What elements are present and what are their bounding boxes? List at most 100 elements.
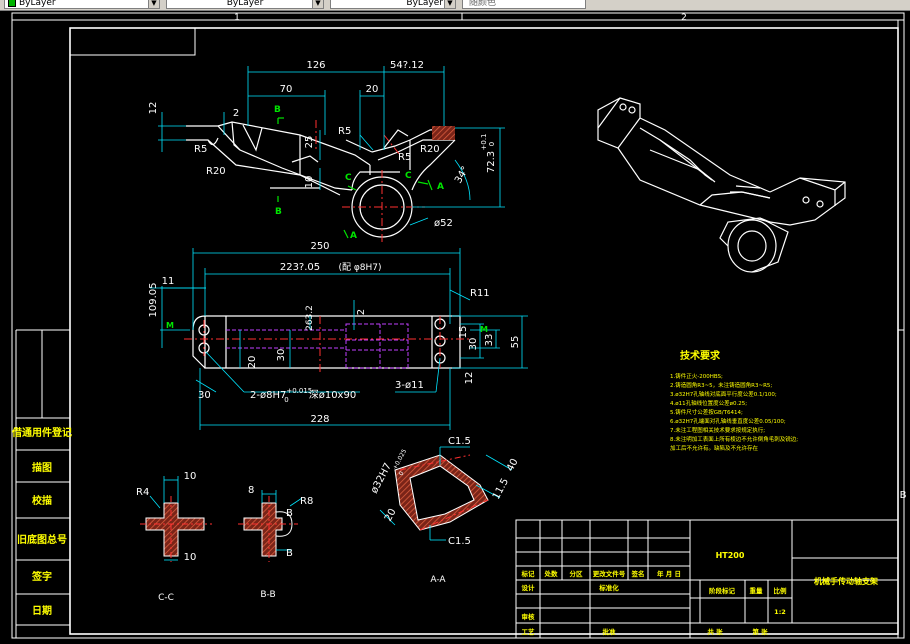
zone-label-b: B [900,490,907,501]
dim-263: 263.2 [305,305,315,331]
zone-label-2: 2 [681,13,687,23]
title-approve: 批准 [603,627,617,636]
plotstyle-combo[interactable]: 随颜色 [462,0,586,9]
bb-section-view: 8 R8 B B B-B [238,485,313,600]
title-part-name: 机械手传动轴支架 [814,576,878,586]
dim-15: 15 [458,326,469,339]
tech-requirement-item: 3.ø32H7孔轴线对底面平行度公差0.1/100; [670,390,777,398]
dim-20: 20 [383,507,399,523]
title-stage-label: 比例 [774,586,788,595]
dim-10: 10 [184,471,197,482]
title-material: HT200 [716,551,745,560]
title-scale: 1:2 [774,608,786,616]
dim-30: 30 [468,338,479,351]
holes-callout: 3-ø11 [395,380,424,391]
dim-8: 8 [248,485,254,496]
dim-228: 228 [310,414,329,425]
view-label-cc: C-C [158,593,174,603]
cc-section-view: R4 10 10 C-C [136,471,212,603]
front-view-centerlines [184,316,470,372]
dim-12: 12 [148,102,159,115]
title-stage-label: 阶段标记 [709,586,736,595]
dim-40: 40 [505,457,521,473]
dim-r5: R5 [338,126,351,137]
section-mark-b: B [275,207,282,217]
drawing-canvas[interactable]: 1 2 B 借通用件登记 描图 校描 旧底图总号 签字 日期 126 54?.1… [0,10,910,640]
tech-requirements-title: 技术要求 [680,349,721,362]
section-mark-c: C [405,171,412,181]
dowel-callout: 2-ø8H7+0.015 0 深ø10x90 [250,387,356,404]
color-swatch-icon [8,0,16,7]
dim-33: 33 [484,334,495,347]
dim-2: 2 [233,108,239,119]
title-sheet-total: 共 张 [707,627,723,636]
section-mark-m: M [480,325,488,334]
dim-c1-5: C1.5 [448,536,471,547]
dim-55: 55 [510,336,521,349]
dim-10: 10 [184,552,197,563]
stamp-label: 签字 [31,570,52,583]
chevron-down-icon: ▼ [312,0,323,8]
dim-34deg: 34° [453,165,471,186]
top-view-outline [186,121,456,238]
section-mark-c: C [345,173,352,183]
left-stamp-column [15,329,70,638]
linetype-combo[interactable]: ByLayer ▼ [166,0,324,9]
section-mark-a: A [437,182,444,192]
dim-12: 12 [464,372,475,385]
dim-109: 109.05 [148,283,159,318]
title-review: 审核 [522,612,536,621]
dim-223: 223?.05 [280,262,320,273]
dim-250: 250 [310,241,329,252]
tech-requirement-item: 7.未注工程图相关技术要求按规定执行; [670,426,765,434]
dim-72-3: 72.3 [486,151,497,173]
title-sheet-no: 第 张 [752,627,768,636]
dim-223-note: (配 φ8H7) [338,262,381,273]
dim-2: 2 [356,309,367,315]
view-label-bb: B-B [260,590,275,600]
dim-11: 11 [162,276,175,287]
title-stage-label: 重量 [750,586,764,595]
section-mark-b: B [274,105,281,115]
lineweight-combo[interactable]: ByLayer ▼ [330,0,456,9]
tech-requirement-item: 8.未注明加工表面上所有棱边不允许倒角毛刺及锐边; [670,435,798,443]
title-header-cell: 年 月 日 [657,569,681,578]
dim-20: 20 [366,84,379,95]
dim-30: 30 [198,390,211,401]
dim-c1-5: C1.5 [448,436,471,447]
dim-20: 20 [247,356,258,369]
title-header-cell: 分区 [570,569,584,578]
section-mark-a: A [350,231,357,241]
tech-requirement-item: 加工后不允许有。缺陷及不允许存在 [670,444,759,452]
dim-r20: R20 [420,144,440,155]
dim-d32h7: ø32H7 [369,461,394,495]
title-header-cell: 处数 [544,569,559,578]
stamp-label: 描图 [32,461,52,474]
dim-72-tol-low: 0 [488,142,496,146]
tech-requirement-item: 2.铸造圆角R3~5，未注铸造圆角R3~R5; [670,381,772,389]
dim-r5: R5 [194,144,207,155]
chevron-down-icon: ▼ [148,0,159,8]
top-view-dimension-lines [158,66,505,226]
dim-70: 70 [280,84,293,95]
stamp-label: 旧底图总号 [17,533,67,546]
section-mark-m: M [166,321,174,330]
color-combo[interactable]: ByLayer ▼ [4,0,160,9]
dim-30: 30 [276,349,287,362]
stamp-label: 借通用件登记 [11,426,72,439]
stamp-label: 日期 [32,604,52,617]
front-view-outline [192,315,461,369]
isometric-view [597,97,846,273]
dim-72-tol-up: +0.1 [480,134,488,151]
dim-r8: R8 [300,496,313,507]
title-header-cell: 标记 [521,569,536,578]
tech-requirement-item: 4.ø11孔轴线位置度公差ø0.25; [670,399,747,407]
zone-label-1: 1 [234,13,240,23]
dim-r20: R20 [206,166,226,177]
tech-requirement-item: 5.铸件尺寸公差按GB/T6414; [670,408,743,416]
dim-b: B [286,548,293,559]
dim-d52: ø52 [434,218,453,229]
tech-requirement-item: 1.铸件正火-200HBS; [670,372,723,380]
dim-r11: R11 [470,288,490,299]
dim-54: 54?.12 [390,60,424,71]
